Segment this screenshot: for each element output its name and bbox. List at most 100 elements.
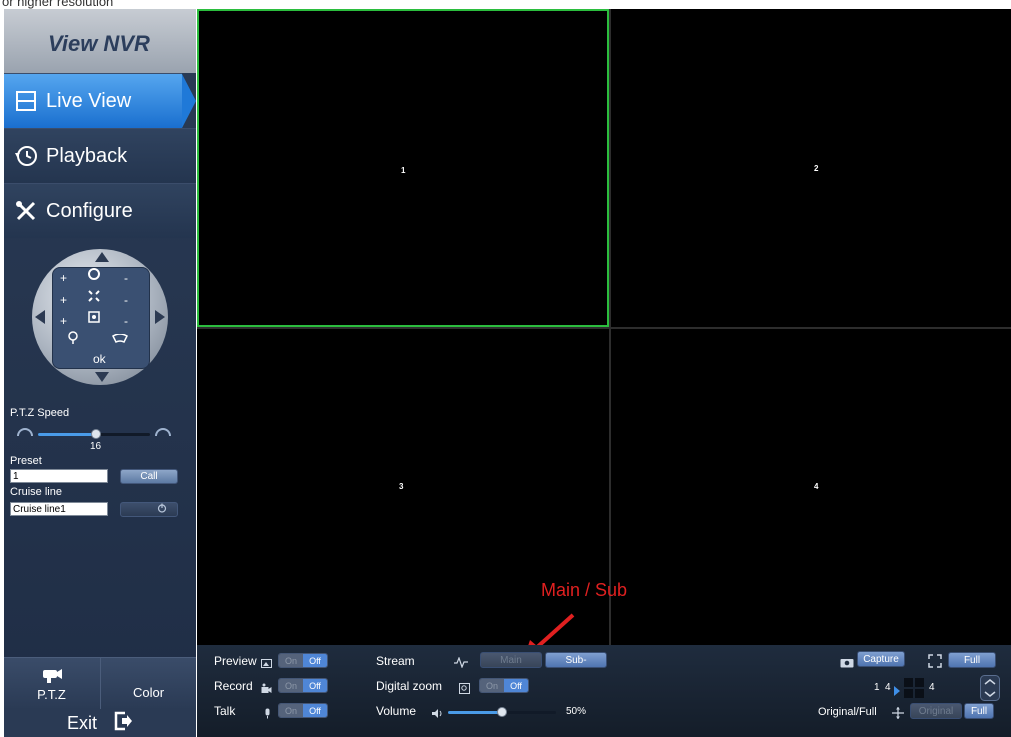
tab-color-label: Color (132, 684, 165, 700)
bottom-tabs: P.T.Z Color (4, 657, 196, 710)
annotation-main-sub: Main / Sub (541, 580, 628, 600)
record-on[interactable]: On (279, 679, 303, 692)
digital-zoom-label: Digital zoom (376, 679, 443, 693)
nav-configure[interactable]: Configure (4, 183, 196, 238)
light-icon[interactable] (67, 331, 79, 348)
ptz-ok-button[interactable]: ok (93, 352, 106, 366)
ptz-speed-label: P.T.Z Speed (10, 407, 70, 419)
fullscreen-icon (928, 654, 942, 668)
brand-title: View NVR (48, 31, 150, 56)
record-label: Record (214, 679, 253, 693)
ptz-iris-minus[interactable]: - (124, 314, 128, 328)
talk-off[interactable]: Off (303, 704, 327, 717)
speed-fast-icon (154, 427, 172, 440)
iris-icon (87, 310, 101, 327)
volume-fill (448, 711, 502, 714)
zoom-icon (87, 267, 101, 284)
speaker-icon (432, 706, 443, 718)
configure-icon (12, 197, 40, 225)
nav-live-view[interactable]: Live View (4, 73, 196, 128)
talk-label: Talk (214, 704, 236, 718)
exit-button[interactable]: Exit (4, 709, 196, 737)
tab-color[interactable]: Color (100, 658, 196, 710)
channel-number-2: 2 (814, 164, 819, 173)
talk-toggle[interactable]: On Off (278, 703, 328, 718)
preview-off[interactable]: Off (303, 654, 327, 667)
preview-icon (261, 656, 272, 668)
tab-ptz[interactable]: P.T.Z (4, 658, 99, 710)
full-button[interactable]: Full (948, 652, 996, 668)
ptz-camera-icon (41, 666, 63, 687)
ptz-speed-knob[interactable] (91, 429, 101, 439)
stream-icon (454, 655, 468, 669)
layout-number-1[interactable]: 1 (874, 682, 880, 693)
original-full-label: Original/Full (818, 706, 877, 718)
channel-number-1: 1 (401, 166, 406, 175)
capture-button[interactable]: Capture (857, 651, 905, 667)
preview-toggle[interactable]: On Off (278, 653, 328, 668)
cruise-line-label: Cruise line (10, 486, 62, 498)
nav-configure-label: Configure (46, 199, 133, 222)
ptz-focus-minus[interactable]: - (124, 293, 128, 307)
focus-icon (87, 289, 101, 306)
exit-icon (113, 711, 133, 736)
talk-on[interactable]: On (279, 704, 303, 717)
digital-zoom-on[interactable]: On (480, 679, 504, 692)
tab-ptz-label: P.T.Z (37, 687, 66, 702)
preset-input[interactable]: 1 (10, 469, 108, 483)
layout-number-3[interactable]: 4 (929, 682, 935, 693)
record-icon (261, 681, 272, 693)
preset-call-button[interactable]: Call (120, 469, 178, 484)
ptz-zoom-plus[interactable]: + (60, 271, 67, 285)
volume-value: 50% (566, 706, 587, 717)
ptz-down-arrow[interactable] (95, 372, 109, 382)
video-tile-4[interactable]: 4 (611, 329, 1011, 645)
ptz-speed-fill (38, 433, 96, 436)
cruise-line-input[interactable]: Cruise line1 (10, 502, 108, 516)
preset-label: Preset (10, 455, 42, 467)
digital-zoom-toggle[interactable]: On Off (479, 678, 529, 693)
cruise-toggle-button[interactable] (120, 502, 178, 517)
video-tile-1[interactable]: 1 (197, 9, 609, 327)
ptz-iris-plus[interactable]: + (60, 314, 67, 328)
preview-on[interactable]: On (279, 654, 303, 667)
power-icon (157, 503, 167, 516)
layout-number-2[interactable]: 4 (885, 682, 891, 693)
live-view-icon (12, 87, 40, 115)
control-bar: Preview On Off Stream Main Sub- Capture … (197, 645, 1011, 737)
original-button[interactable]: Original (910, 703, 962, 719)
record-off[interactable]: Off (303, 679, 327, 692)
stream-main-button[interactable]: Main (480, 652, 542, 668)
full-mode-button[interactable]: Full (964, 703, 994, 719)
speed-slow-icon (16, 427, 34, 440)
volume-label: Volume (376, 704, 417, 718)
brand-header: View NVR (4, 9, 196, 73)
stream-sub-button[interactable]: Sub- (545, 652, 607, 668)
ptz-focus-plus[interactable]: + (60, 293, 67, 307)
camera-icon (840, 655, 854, 668)
video-grid: 1 2 3 4 (197, 9, 1011, 645)
grid-divider-horizontal (197, 327, 1011, 329)
playback-icon (12, 142, 40, 170)
record-toggle[interactable]: On Off (278, 678, 328, 693)
ptz-right-arrow[interactable] (155, 310, 165, 324)
ptz-zoom-minus[interactable]: - (124, 271, 128, 285)
nav-live-label: Live View (46, 89, 132, 112)
top-strip: or higher resolution (0, 0, 1011, 9)
stream-label: Stream (376, 654, 415, 668)
volume-knob[interactable] (497, 707, 507, 717)
video-tile-2[interactable]: 2 (611, 9, 1011, 327)
grid-layout-icon[interactable] (904, 678, 924, 698)
wiper-icon[interactable] (112, 333, 128, 347)
sidebar: View NVR Live View Playback Configure + … (4, 9, 196, 737)
preview-label: Preview (214, 654, 257, 668)
nav-playback[interactable]: Playback (4, 128, 196, 183)
digital-zoom-off[interactable]: Off (504, 679, 528, 692)
nav-playback-label: Playback (46, 144, 128, 167)
top-strip-text: or higher resolution (2, 0, 114, 9)
page-up-down-icon[interactable] (980, 675, 1000, 701)
ptz-left-arrow[interactable] (35, 310, 45, 324)
ptz-up-arrow[interactable] (95, 252, 109, 262)
digital-zoom-icon (459, 681, 470, 694)
layout-arrow-icon[interactable] (894, 683, 900, 696)
